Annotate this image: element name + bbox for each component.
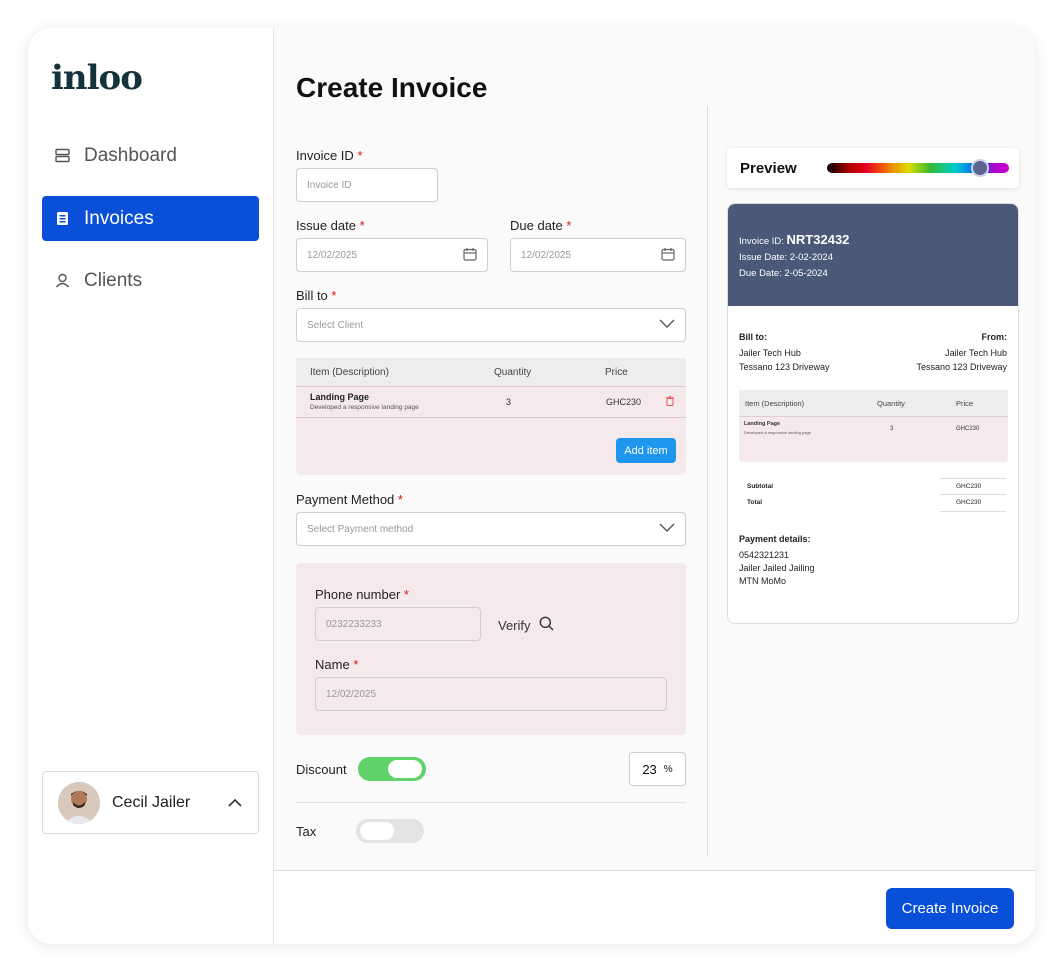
vertical-divider: [707, 106, 708, 856]
discount-toggle[interactable]: [358, 757, 426, 781]
phone-label: Phone number *: [315, 587, 409, 602]
issue-date-input[interactable]: 12/02/2025: [296, 238, 488, 272]
due-date-input[interactable]: 12/02/2025: [510, 238, 686, 272]
toggle-knob: [388, 760, 422, 778]
add-item-button[interactable]: Add item: [616, 438, 676, 463]
preview-title: Preview: [740, 159, 797, 177]
column-header: Quantity: [877, 399, 905, 408]
payment-line: MTN MoMo: [739, 576, 786, 586]
column-header: Price: [956, 399, 974, 408]
tax-toggle[interactable]: [356, 819, 424, 843]
item-quantity: 3: [506, 397, 512, 407]
sidebar-item-invoices[interactable]: Invoices: [42, 196, 259, 241]
user-name: Cecil Jailer: [112, 793, 191, 811]
column-header: Item (Description): [310, 367, 389, 378]
footer-bar: Create Invoice: [274, 870, 1035, 944]
subtotal-label: Subtotal: [747, 483, 773, 490]
sidebar-item-label: Dashboard: [84, 144, 177, 166]
bill-to-address: Tessano 123 Driveway: [739, 362, 830, 372]
preview-toolbar: Preview: [727, 148, 1019, 188]
verify-button[interactable]: Verify: [498, 616, 554, 634]
payment-method-label: Payment Method *: [296, 492, 403, 507]
app-window: inloo Dashboard Invoices Clients Cecil J…: [28, 28, 1035, 944]
total-label: Total: [747, 499, 763, 506]
payment-details-heading: Payment details:: [739, 534, 811, 544]
table-row: Landing Page Developed a responsive land…: [296, 386, 686, 418]
item-title: Landing Page: [744, 421, 781, 427]
phone-input[interactable]: 0232233233: [315, 607, 481, 641]
name-label: Name *: [315, 657, 359, 672]
user-menu[interactable]: Cecil Jailer: [42, 771, 259, 834]
tax-label: Tax: [296, 824, 317, 839]
percent-unit: %: [663, 763, 673, 775]
toggle-knob: [360, 822, 394, 840]
item-price: GHC230: [956, 426, 980, 432]
item-description: Developed a responsive landing page: [744, 430, 811, 435]
issue-date: Issue Date: 2-02-2024: [739, 252, 834, 263]
sidebar-item-clients[interactable]: Clients: [42, 258, 259, 303]
items-table: Item (Description) Quantity Price Landin…: [296, 358, 686, 475]
divider: [940, 511, 1006, 512]
total-value: GHC230: [956, 499, 982, 506]
calendar-icon[interactable]: [661, 247, 675, 264]
bill-to-heading: Bill to:: [739, 332, 767, 342]
from-name: Jailer Tech Hub: [945, 348, 1007, 358]
discount-label: Discount: [296, 762, 347, 777]
sidebar-item-label: Invoices: [84, 207, 154, 229]
search-icon: [539, 616, 554, 634]
due-date-label: Due date *: [510, 218, 572, 233]
invoice-id-input[interactable]: Invoice ID: [296, 168, 438, 202]
bill-to-select[interactable]: Select Client: [296, 308, 686, 342]
brand-logo: inloo: [51, 58, 143, 98]
payment-line: 0542321231: [739, 550, 790, 560]
payment-line: Jailer Jailed Jailing: [739, 563, 815, 573]
bill-to-label: Bill to *: [296, 288, 337, 303]
avatar: [58, 781, 100, 824]
column-header: Item (Description): [745, 399, 805, 408]
clients-icon: [54, 273, 70, 289]
column-header: Price: [605, 367, 628, 378]
page-title: Create Invoice: [296, 72, 488, 103]
invoice-id-label: Invoice ID:: [739, 236, 784, 247]
dashboard-icon: [54, 148, 70, 164]
chevron-down-icon[interactable]: [659, 319, 675, 331]
payment-method-select[interactable]: Select Payment method: [296, 512, 686, 546]
invoice-icon: [54, 211, 70, 227]
item-quantity: 3: [890, 426, 894, 432]
discount-input[interactable]: 23 %: [629, 752, 686, 786]
column-header: Quantity: [494, 367, 532, 378]
divider: [940, 494, 1006, 495]
item-description: Developed a responsive landing page: [310, 404, 419, 411]
item-price: GHC230: [606, 397, 642, 407]
from-address: Tessano 123 Driveway: [916, 362, 1007, 372]
divider: [296, 802, 686, 803]
chevron-down-icon[interactable]: [659, 523, 675, 535]
sidebar-item-label: Clients: [84, 269, 143, 291]
create-invoice-button[interactable]: Create Invoice: [886, 888, 1014, 929]
invoice-preview: Invoice ID: NRT32432 Issue Date: 2-02-20…: [727, 203, 1019, 624]
bill-to-name: Jailer Tech Hub: [739, 348, 801, 358]
preview-header: Invoice ID: NRT32432 Issue Date: 2-02-20…: [728, 204, 1018, 306]
chevron-up-icon[interactable]: [228, 794, 242, 812]
preview-items-table: Item (Description) Quantity Price Landin…: [739, 390, 1008, 462]
sidebar: inloo Dashboard Invoices Clients Cecil J…: [28, 28, 274, 944]
trash-icon[interactable]: [666, 396, 674, 408]
from-heading: From:: [981, 332, 1008, 342]
invoice-id-value: NRT32432: [786, 232, 850, 247]
divider: [940, 478, 1006, 479]
sidebar-item-dashboard[interactable]: Dashboard: [42, 133, 259, 178]
due-date: Due Date: 2-05-2024: [739, 268, 828, 279]
table-header: Item (Description) Quantity Price: [739, 390, 1008, 417]
main-content: Create Invoice Invoice ID * Invoice ID I…: [274, 28, 1035, 944]
calendar-icon[interactable]: [463, 247, 477, 264]
slider-handle[interactable]: [971, 159, 989, 177]
invoice-id-label: Invoice ID *: [296, 148, 363, 163]
item-title: Landing Page: [310, 392, 370, 402]
subtotal-value: GHC230: [956, 483, 982, 490]
name-input[interactable]: 12/02/2025: [315, 677, 667, 711]
issue-date-label: Issue date *: [296, 218, 365, 233]
table-header: Item (Description) Quantity Price: [296, 358, 686, 386]
color-slider[interactable]: [827, 159, 1009, 177]
payment-details-panel: Phone number * 0232233233 Verify Name * …: [296, 563, 686, 735]
